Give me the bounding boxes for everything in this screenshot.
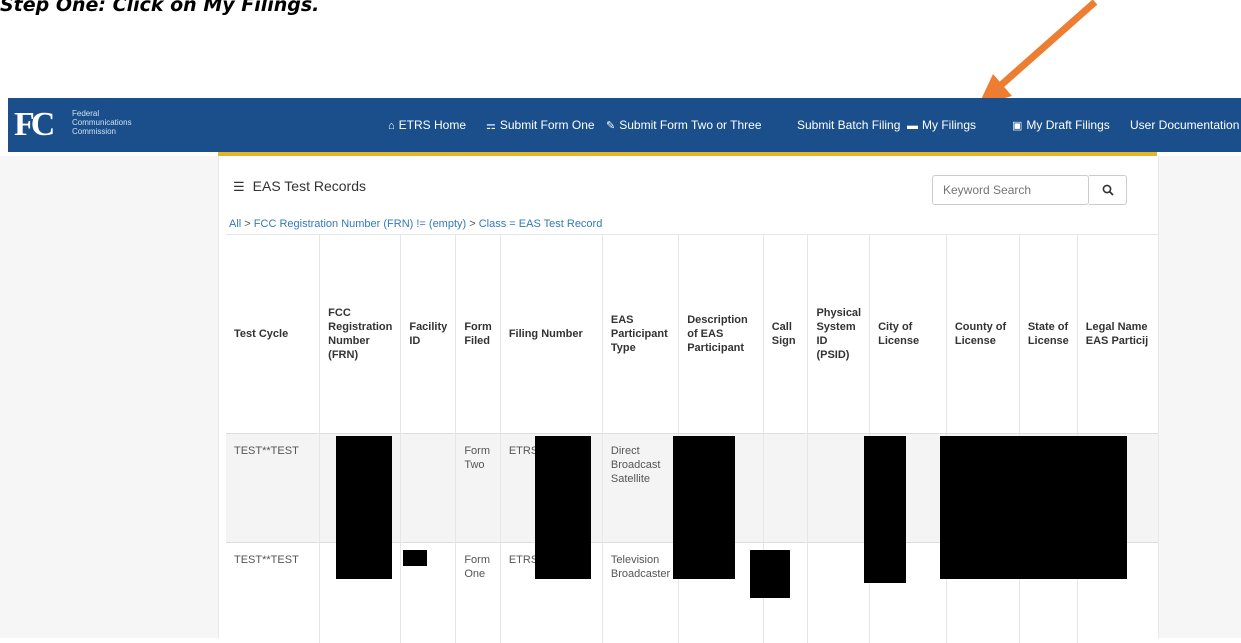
column-header[interactable]: Physical System ID (PSID) <box>808 235 870 434</box>
breadcrumb-filter-frn[interactable]: FCC Registration Number (FRN) != (empty) <box>254 218 466 230</box>
table-cell <box>808 543 870 643</box>
redaction-block <box>750 550 790 598</box>
nav-my-filings[interactable]: ▬My Filings <box>907 98 976 152</box>
column-header[interactable]: City of License <box>870 235 947 434</box>
redaction-block <box>535 436 591 579</box>
redaction-block <box>403 550 427 566</box>
column-header[interactable]: State of License <box>1019 235 1077 434</box>
column-header[interactable]: Test Cycle <box>226 235 320 434</box>
column-header[interactable]: Facility ID <box>401 235 456 434</box>
column-header[interactable]: Form Filed <box>456 235 501 434</box>
table-cell: Television Broadcaster <box>602 543 678 643</box>
home-icon: ⌂ <box>388 120 395 132</box>
column-header[interactable]: Description of EAS Participant <box>679 235 764 434</box>
edit-icon: ✎ <box>606 120 615 132</box>
table-header-row: Test Cycle FCC Registration Number (FRN)… <box>226 235 1158 434</box>
nav-user-documentation[interactable]: User Documentation <box>1130 98 1239 152</box>
table-cell <box>401 434 456 543</box>
table-cell <box>808 434 870 543</box>
redaction-block <box>673 436 735 579</box>
table-cell: TEST**TEST <box>226 434 320 543</box>
column-header[interactable]: Call Sign <box>763 235 808 434</box>
column-header[interactable]: Filing Number <box>500 235 602 434</box>
instruction-caption: Step One: Click on My Filings. <box>0 0 319 16</box>
column-header[interactable]: County of License <box>946 235 1019 434</box>
breadcrumb-filter-class[interactable]: Class = EAS Test Record <box>479 218 603 230</box>
search-icon <box>1102 184 1114 196</box>
column-header[interactable]: Legal Name EAS Particij <box>1077 235 1158 434</box>
breadcrumb: All > FCC Registration Number (FRN) != (… <box>229 218 602 230</box>
folder-open-icon: ▬ <box>907 120 918 132</box>
arrow-annotation-icon <box>960 0 1110 112</box>
redaction-block <box>336 436 392 579</box>
table-cell: TEST**TEST <box>226 543 320 643</box>
keyword-search-input[interactable] <box>932 175 1089 205</box>
table-cell: Direct Broadcast Satellite <box>602 434 678 543</box>
save-icon: ▣ <box>1012 120 1022 132</box>
table-cell: Form Two <box>456 434 501 543</box>
search-button[interactable] <box>1089 175 1127 205</box>
nav-submit-form-one[interactable]: ⚎Submit Form One <box>486 98 595 152</box>
column-header[interactable]: EAS Participant Type <box>602 235 678 434</box>
bullhorn-icon: ⚎ <box>486 120 496 132</box>
panel-title: ☰EAS Test Records <box>233 178 366 195</box>
nav-etrs-home[interactable]: ⌂ETRS Home <box>388 98 466 152</box>
top-navbar: FC Federal Communications Commission ⌂ET… <box>8 98 1241 152</box>
redaction-block <box>864 436 906 583</box>
nav-my-draft-filings[interactable]: ▣My Draft Filings <box>1012 98 1110 152</box>
column-header[interactable]: FCC Registration Number (FRN) <box>320 235 401 434</box>
breadcrumb-all[interactable]: All <box>229 218 241 230</box>
table-cell: Form One <box>456 543 501 643</box>
redaction-block <box>940 436 1127 579</box>
nav-submit-batch-filing[interactable]: Submit Batch Filing <box>797 98 900 152</box>
nav-submit-form-two-or-three[interactable]: ✎Submit Form Two or Three <box>606 98 762 152</box>
table-cell <box>763 434 808 543</box>
list-icon[interactable]: ☰ <box>233 179 245 194</box>
